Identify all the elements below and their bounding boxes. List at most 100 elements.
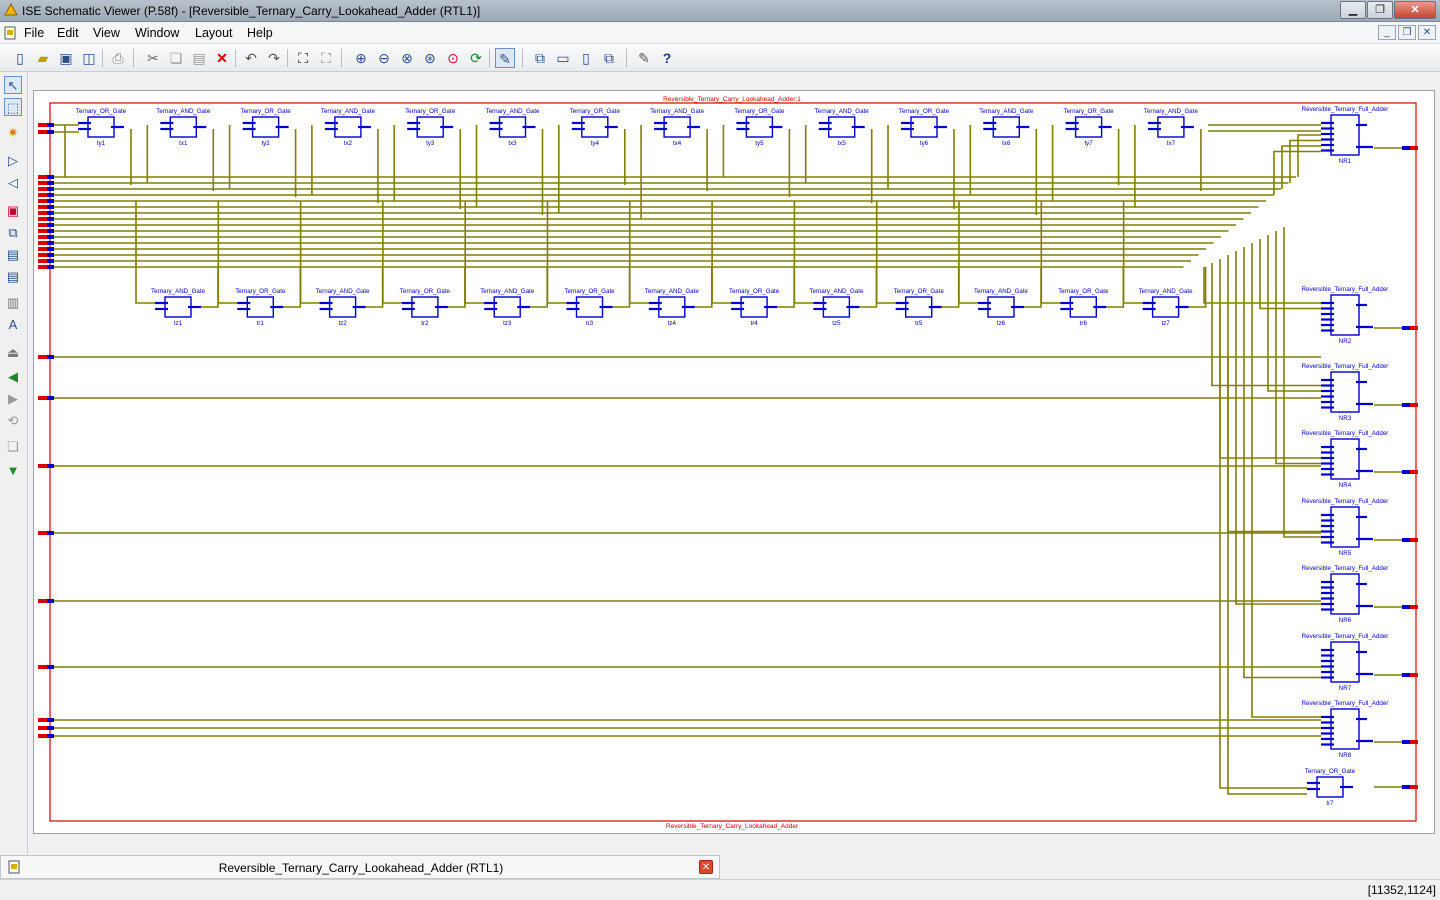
gate-instance-tr2[interactable] xyxy=(401,296,448,318)
bus-input-port[interactable] xyxy=(38,259,47,263)
gate-instance-tz5[interactable] xyxy=(813,296,860,318)
refresh-icon[interactable]: ⟳ xyxy=(466,48,486,68)
gate-instance-ty5[interactable] xyxy=(736,116,783,138)
gate-instance-tx5[interactable] xyxy=(818,116,865,138)
bus-input-port[interactable] xyxy=(38,181,47,185)
input-port[interactable] xyxy=(38,130,47,134)
net-select-icon[interactable]: ⬚ xyxy=(4,98,22,116)
carry-input-port[interactable] xyxy=(38,734,47,738)
mdi-restore-button[interactable]: ❐ xyxy=(1398,25,1416,40)
adder-instance-NR4[interactable] xyxy=(1321,438,1373,480)
net-wire[interactable] xyxy=(1203,267,1321,304)
bus-input-port[interactable] xyxy=(38,247,47,251)
minimize-button[interactable]: ▁ xyxy=(1340,1,1366,19)
net-wire[interactable] xyxy=(1219,307,1307,789)
tile-horizontal-icon[interactable]: ▭ xyxy=(553,48,573,68)
net-wire[interactable] xyxy=(1188,267,1207,308)
net-wire[interactable] xyxy=(1024,267,1042,308)
text-tool-icon[interactable]: A xyxy=(4,316,22,334)
properties-icon[interactable]: ▥ xyxy=(4,294,22,312)
restore-button[interactable]: ❐ xyxy=(1367,1,1393,19)
net-wire[interactable] xyxy=(612,267,631,308)
single-input-port[interactable] xyxy=(38,531,47,535)
history-icon[interactable]: ⟲ xyxy=(4,412,22,430)
net-wire[interactable] xyxy=(1283,227,1321,538)
cascade-windows-icon[interactable]: ⧉ xyxy=(530,48,550,68)
net-wire[interactable] xyxy=(941,267,960,308)
adder-instance-NR7[interactable] xyxy=(1321,641,1373,683)
copy-icon[interactable]: ❏ xyxy=(166,48,186,68)
single-input-port[interactable] xyxy=(38,355,47,359)
open-folder-icon[interactable]: ▰ xyxy=(33,48,53,68)
net-wire[interactable] xyxy=(1235,251,1321,605)
add-output-icon[interactable]: ◁ xyxy=(4,174,22,192)
output-port[interactable] xyxy=(1410,146,1418,150)
output-port[interactable] xyxy=(1410,538,1418,542)
close-tab-icon[interactable]: ✕ xyxy=(699,860,713,874)
net-wire[interactable] xyxy=(283,267,302,308)
zoom-area-icon[interactable]: ⊙ xyxy=(443,48,463,68)
zoom-in-icon[interactable]: ⊕ xyxy=(351,48,371,68)
paste-icon[interactable]: ▤ xyxy=(189,48,209,68)
bus-input-port[interactable] xyxy=(38,205,47,209)
bus-input-port[interactable] xyxy=(38,223,47,227)
carry-input-port[interactable] xyxy=(38,726,47,730)
net-wire[interactable] xyxy=(365,267,384,308)
print-icon[interactable]: ⎙ xyxy=(108,48,128,68)
net-wire[interactable] xyxy=(201,267,219,308)
bus-input-port[interactable] xyxy=(38,193,47,197)
up-level-icon[interactable]: ⏏ xyxy=(4,344,22,362)
gate-instance-tr1[interactable] xyxy=(237,296,284,318)
arrange-windows-icon[interactable]: ⧉ xyxy=(599,48,619,68)
bus-input-port[interactable] xyxy=(38,241,47,245)
back-icon[interactable]: ◀ xyxy=(4,368,22,386)
gate-instance-tz3[interactable] xyxy=(484,296,531,318)
document-tab[interactable]: Reversible_Ternary_Carry_Lookahead_Adder… xyxy=(0,855,720,879)
menu-window[interactable]: Window xyxy=(135,26,179,40)
gate-instance-tx2[interactable] xyxy=(324,116,371,138)
gate-instance-tr6[interactable] xyxy=(1060,296,1107,318)
carry-input-port[interactable] xyxy=(38,718,47,722)
cut-icon[interactable]: ✂ xyxy=(143,48,163,68)
copy-view-icon[interactable]: ❏ xyxy=(4,438,22,456)
zoom-selection-icon[interactable]: ⊛ xyxy=(420,48,440,68)
gate-instance-ty6[interactable] xyxy=(901,116,947,138)
gate-instance-tz7[interactable] xyxy=(1142,296,1189,318)
single-input-port[interactable] xyxy=(38,599,47,603)
pop-up-icon[interactable]: ⧉ xyxy=(4,224,22,242)
gate-instance-ty7[interactable] xyxy=(1065,116,1112,138)
gate-instance-tz2[interactable] xyxy=(319,296,366,318)
adder-instance-NR2[interactable] xyxy=(1321,294,1373,336)
gate-instance-ty1[interactable] xyxy=(78,116,124,138)
bus-input-port[interactable] xyxy=(38,187,47,191)
gate-instance-tx4[interactable] xyxy=(654,116,701,138)
close-button[interactable]: ✕ xyxy=(1394,1,1436,19)
zoom-out-icon[interactable]: ⊖ xyxy=(374,48,394,68)
menu-layout[interactable]: Layout xyxy=(195,26,233,40)
menu-help[interactable]: Help xyxy=(247,26,273,40)
save-icon[interactable]: ▣ xyxy=(56,48,76,68)
net-wire[interactable] xyxy=(530,267,549,308)
gate-instance-tr3[interactable] xyxy=(566,296,613,318)
net-wire[interactable] xyxy=(1243,247,1321,679)
net-wire[interactable] xyxy=(859,267,878,308)
delete-icon[interactable]: ✕ xyxy=(212,48,232,68)
bus-input-port[interactable] xyxy=(38,175,47,179)
gate-instance-tx3[interactable] xyxy=(489,116,536,138)
bus-input-port[interactable] xyxy=(38,217,47,221)
gate-instance-tz1[interactable] xyxy=(155,296,201,318)
run-icon[interactable]: ▼ xyxy=(4,462,22,480)
net-wire[interactable] xyxy=(1106,267,1125,308)
single-input-port[interactable] xyxy=(38,396,47,400)
input-port[interactable] xyxy=(38,123,47,127)
add-input-icon[interactable]: ▷ xyxy=(4,152,22,170)
net-wire[interactable] xyxy=(1251,243,1321,718)
view-source-icon[interactable]: ▤ xyxy=(4,268,22,286)
gate-instance-tz6[interactable] xyxy=(978,296,1024,318)
output-port[interactable] xyxy=(1410,785,1418,789)
gate-instance-tx1[interactable] xyxy=(160,116,207,138)
new-file-icon[interactable]: ▯ xyxy=(10,48,30,68)
net-wire[interactable] xyxy=(694,267,713,308)
find-icon[interactable]: ⛶ xyxy=(293,48,313,68)
gate-instance-tz4[interactable] xyxy=(648,296,695,318)
